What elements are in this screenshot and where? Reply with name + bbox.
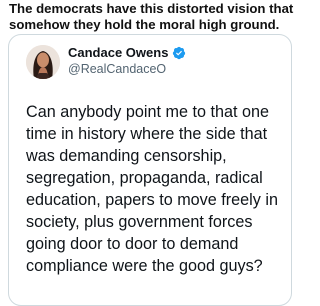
caption-line: The democrats have this distorted vision… <box>9 1 294 16</box>
verified-badge-icon <box>172 46 186 60</box>
tweet-text-line: was demanding censorship, <box>26 147 227 165</box>
tweet-text-line: going door to door to demand <box>26 235 239 253</box>
tweet-author[interactable]: Candace Owens @RealCandaceO <box>68 44 186 78</box>
tweet-text-line: compliance were the good guys? <box>26 257 263 275</box>
display-name-row: Candace Owens <box>68 44 186 61</box>
tweet-text-line: Can anybody point me to that one <box>26 103 269 121</box>
avatar[interactable] <box>26 45 60 79</box>
tweet-card[interactable]: Candace Owens @RealCandaceO Can anybody … <box>8 34 292 306</box>
tweet-text: Can anybody point me to that one time in… <box>26 101 288 277</box>
display-name[interactable]: Candace Owens <box>68 45 168 60</box>
caption: The democrats have this distorted vision… <box>9 1 295 32</box>
tweet-text-line: society, plus government forces <box>26 213 253 231</box>
tweet-text-line: time in history where the side that <box>26 125 268 143</box>
handle[interactable]: @RealCandaceO <box>68 61 186 78</box>
avatar-photo <box>26 45 60 79</box>
tweet-text-line: segregation, propaganda, radical <box>26 169 263 187</box>
tweet-text-line: education, papers to move freely in <box>26 191 278 209</box>
caption-line: somehow they hold the moral high ground. <box>9 16 280 32</box>
